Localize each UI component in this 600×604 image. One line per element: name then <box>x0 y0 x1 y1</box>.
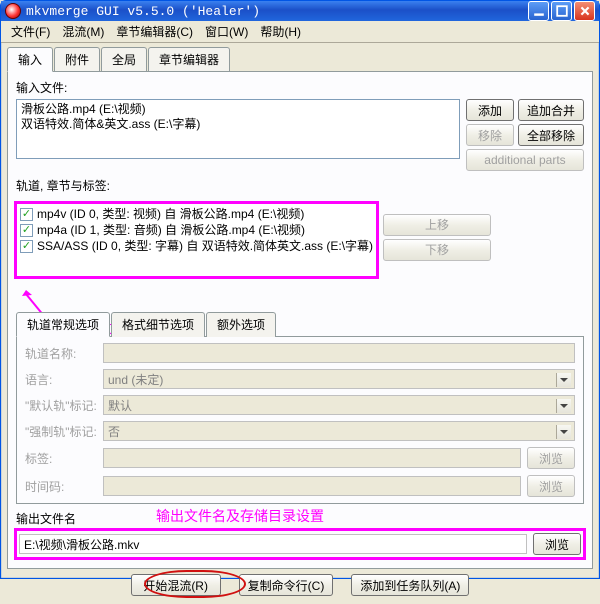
maximize-icon <box>556 5 568 17</box>
subtab-extra[interactable]: 额外选项 <box>206 312 276 337</box>
move-up-button[interactable]: 上移 <box>383 214 491 236</box>
titlebar: mkvmerge GUI v5.5.0 ('Healer') <box>1 1 599 21</box>
track-checkbox[interactable]: ✓ <box>20 224 33 237</box>
content-area: 输入 附件 全局 章节编辑器 输入文件: 滑板公路.mp4 (E:\视频) 双语… <box>1 43 599 604</box>
menu-chapter-editor[interactable]: 章节编辑器(C) <box>110 21 199 42</box>
move-down-button[interactable]: 下移 <box>383 239 491 261</box>
maximize-button[interactable] <box>551 1 572 21</box>
track-move-buttons: 上移 下移 <box>383 197 491 277</box>
copy-commandline-button[interactable]: 复制命令行(C) <box>239 574 334 596</box>
tab-attachments[interactable]: 附件 <box>54 47 100 72</box>
main-tabs: 输入 附件 全局 章节编辑器 <box>7 46 593 71</box>
tracks-label: 轨道, 章节与标签: <box>16 177 584 194</box>
menu-help[interactable]: 帮助(H) <box>254 21 307 42</box>
add-to-queue-button[interactable]: 添加到任务队列(A) <box>351 574 469 596</box>
input-file-buttons: 添加 追加合并 移除 全部移除 additional parts <box>466 99 584 171</box>
input-file-item[interactable]: 滑板公路.mp4 (E:\视频) <box>21 102 455 117</box>
input-files-label: 输入文件: <box>16 79 584 96</box>
input-file-item[interactable]: 双语特效.简体&英文.ass (E:\字幕) <box>21 117 455 132</box>
add-button[interactable]: 添加 <box>466 99 514 121</box>
app-icon <box>5 3 21 19</box>
timecodes-input[interactable] <box>103 476 521 496</box>
start-mux-button[interactable]: 开始混流(R) <box>131 574 221 596</box>
track-item[interactable]: ✓ mp4a (ID 1, 类型: 音频) 自 滑板公路.mp4 (E:\视频) <box>20 222 373 238</box>
annotation-output-hint: 输出文件名及存储目录设置 <box>156 506 324 526</box>
track-name-label: 轨道名称: <box>25 345 97 362</box>
subtab-format[interactable]: 格式细节选项 <box>111 312 205 337</box>
remove-button[interactable]: 移除 <box>466 124 514 146</box>
default-flag-label: "默认轨"标记: <box>25 397 97 414</box>
menubar: 文件(F) 混流(M) 章节编辑器(C) 窗口(W) 帮助(H) <box>1 21 599 43</box>
chevron-down-icon <box>560 430 568 434</box>
additional-parts-button[interactable]: additional parts <box>466 149 584 171</box>
language-label: 语言: <box>25 371 97 388</box>
append-button[interactable]: 追加合并 <box>518 99 584 121</box>
timecodes-label: 时间码: <box>25 478 97 495</box>
app-window: mkvmerge GUI v5.5.0 ('Healer') 文件(F) 混流(… <box>0 0 600 579</box>
tab-global[interactable]: 全局 <box>101 47 147 72</box>
chevron-down-icon <box>560 404 568 408</box>
menu-mux[interactable]: 混流(M) <box>56 21 110 42</box>
tab-input[interactable]: 输入 <box>7 47 53 72</box>
track-checkbox[interactable]: ✓ <box>20 208 33 221</box>
track-checkbox[interactable]: ✓ <box>20 240 33 253</box>
subtab-general[interactable]: 轨道常规选项 <box>16 312 110 337</box>
output-browse-button[interactable]: 浏览 <box>533 533 581 555</box>
close-icon <box>579 5 591 17</box>
default-flag-select[interactable]: 默认 <box>103 395 575 415</box>
timecodes-browse-button[interactable]: 浏览 <box>527 475 575 497</box>
tags-browse-button[interactable]: 浏览 <box>527 447 575 469</box>
subtab-panel-general: 轨道名称: 语言: und (未定) "默认轨"标记: 默认 "强制轨"标记: … <box>16 336 584 504</box>
track-text: mp4v (ID 0, 类型: 视频) 自 滑板公路.mp4 (E:\视频) <box>37 206 304 222</box>
language-select[interactable]: und (未定) <box>103 369 575 389</box>
minimize-button[interactable] <box>528 1 549 21</box>
track-item[interactable]: ✓ mp4v (ID 0, 类型: 视频) 自 滑板公路.mp4 (E:\视频) <box>20 206 373 222</box>
track-text: mp4a (ID 1, 类型: 音频) 自 滑板公路.mp4 (E:\视频) <box>37 222 305 238</box>
tracks-list[interactable]: ✓ mp4v (ID 0, 类型: 视频) 自 滑板公路.mp4 (E:\视频)… <box>16 203 377 277</box>
remove-all-button[interactable]: 全部移除 <box>518 124 584 146</box>
track-text: SSA/ASS (ID 0, 类型: 字幕) 自 双语特效.简体英文.ass (… <box>37 238 373 254</box>
menu-file[interactable]: 文件(F) <box>5 21 56 42</box>
close-button[interactable] <box>574 1 595 21</box>
output-file-label: 输出文件名 <box>16 510 76 527</box>
tags-input[interactable] <box>103 448 521 468</box>
tab-chapter-editor[interactable]: 章节编辑器 <box>148 47 230 72</box>
chevron-down-icon <box>560 378 568 382</box>
track-item[interactable]: ✓ SSA/ASS (ID 0, 类型: 字幕) 自 双语特效.简体英文.ass… <box>20 238 373 254</box>
sub-tabs: 轨道常规选项 格式细节选项 额外选项 <box>16 311 584 336</box>
minimize-icon <box>533 5 545 17</box>
forced-flag-select[interactable]: 否 <box>103 421 575 441</box>
track-name-input[interactable] <box>103 343 575 363</box>
tags-label: 标签: <box>25 450 97 467</box>
tab-panel-input: 输入文件: 滑板公路.mp4 (E:\视频) 双语特效.简体&英文.ass (E… <box>7 71 593 569</box>
window-title: mkvmerge GUI v5.5.0 ('Healer') <box>26 4 528 19</box>
input-files-list[interactable]: 滑板公路.mp4 (E:\视频) 双语特效.简体&英文.ass (E:\字幕) <box>16 99 460 159</box>
output-file-input[interactable]: E:\视频\滑板公路.mkv <box>19 534 527 554</box>
bottom-button-bar: 开始混流(R) 复制命令行(C) 添加到任务队列(A) <box>7 569 593 604</box>
menu-window[interactable]: 窗口(W) <box>199 21 254 42</box>
forced-flag-label: "强制轨"标记: <box>25 423 97 440</box>
